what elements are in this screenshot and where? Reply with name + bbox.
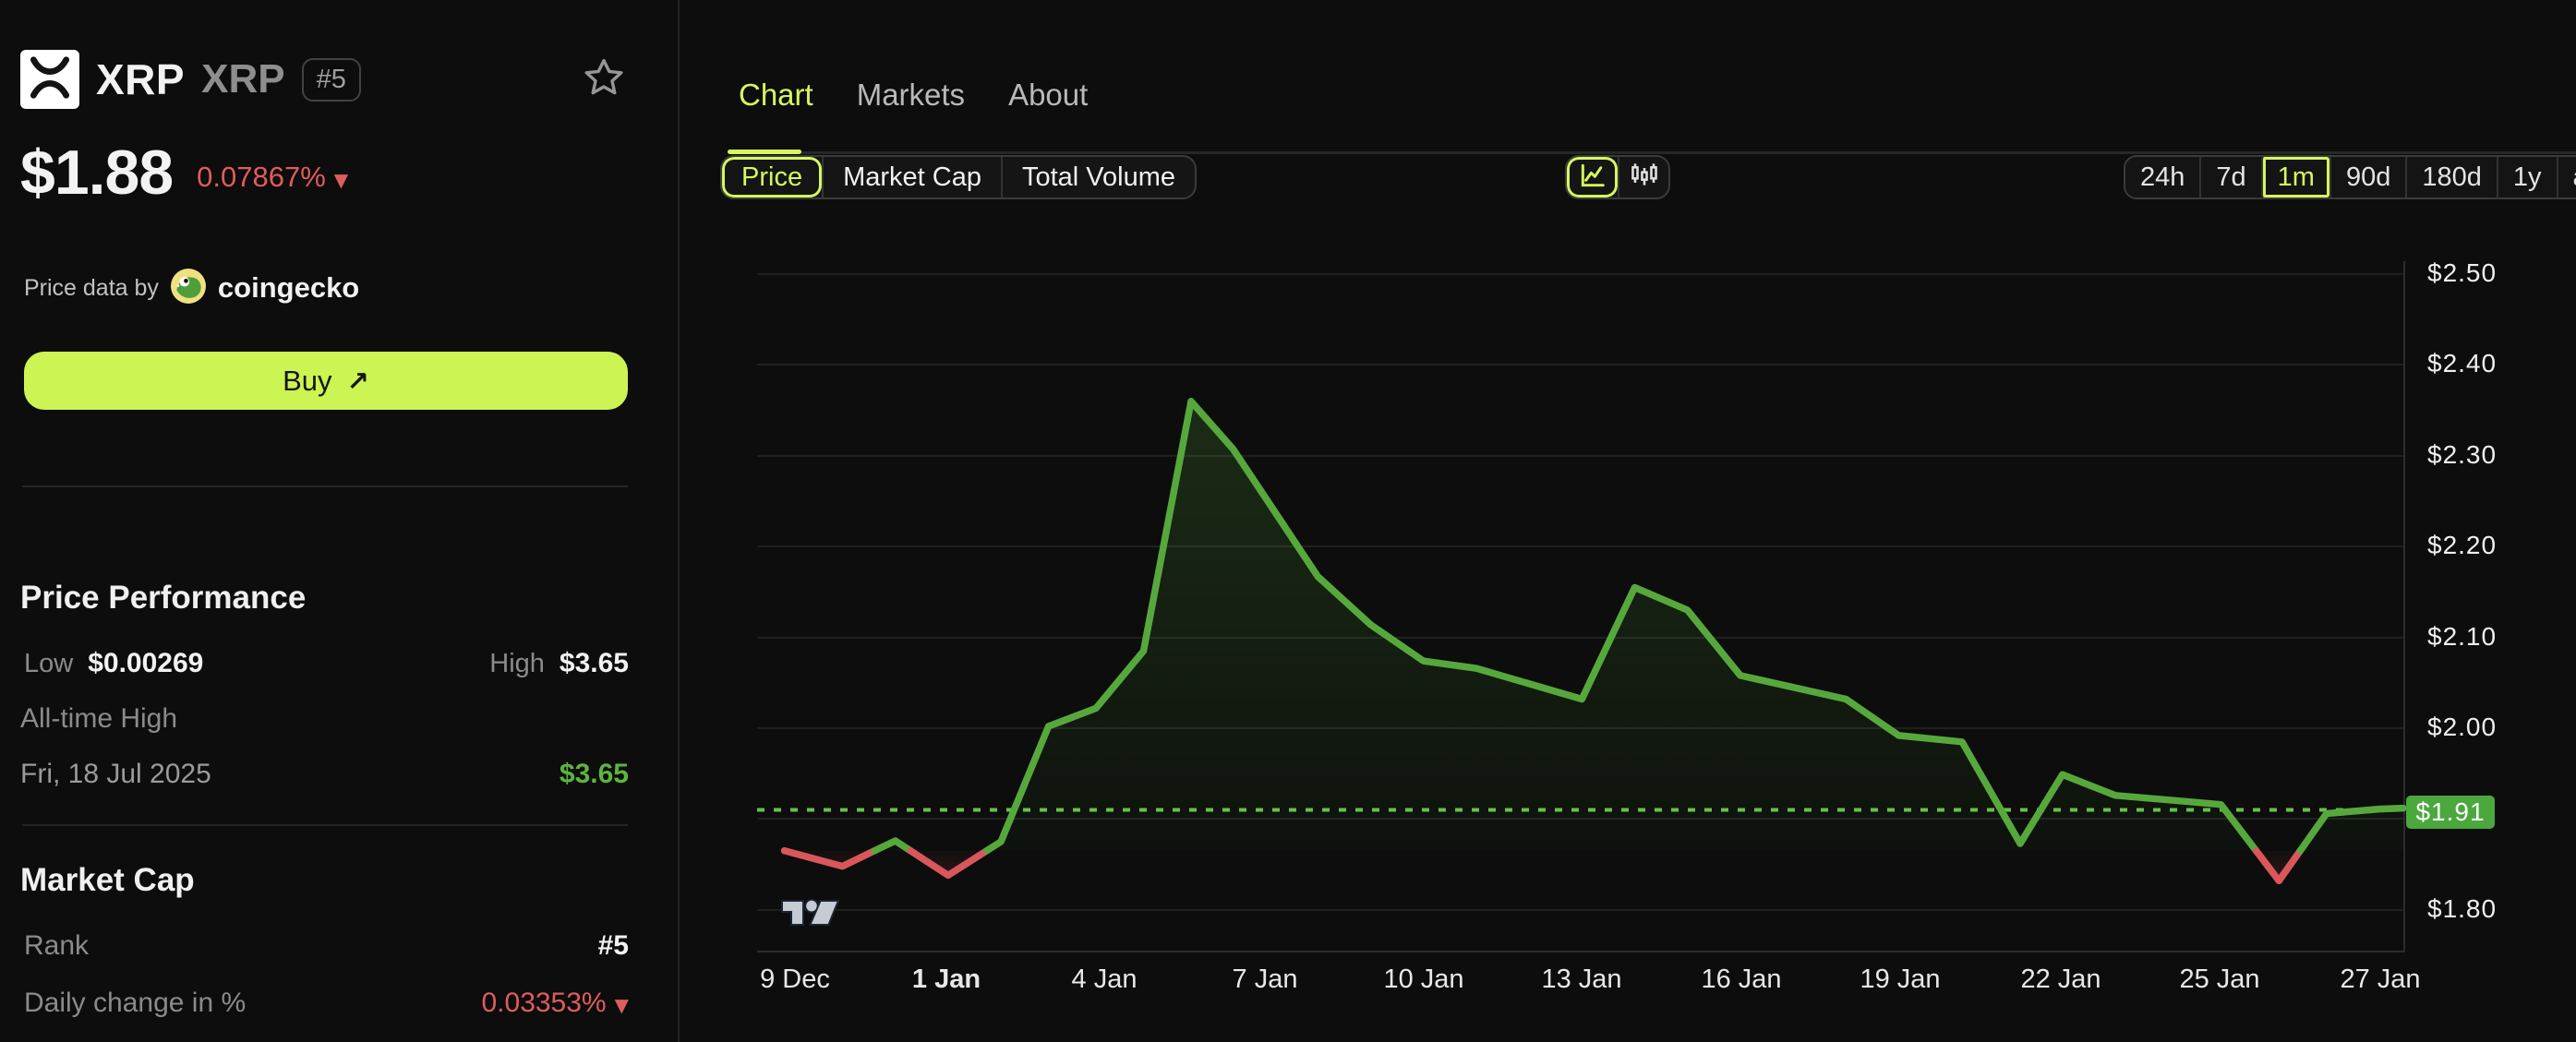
candlestick-icon	[1630, 161, 1659, 195]
coin-ticker: XRP	[201, 56, 284, 102]
coin-dashboard: { "coin": { "name": "XRP", "ticker": "XR…	[0, 0, 2576, 1042]
tradingview-logo[interactable]	[780, 892, 841, 939]
range-1y[interactable]: 1y	[2497, 157, 2557, 198]
low-value: $0.00269	[88, 648, 203, 679]
daily-change-value: 0.03353% ▼	[481, 988, 629, 1019]
metric-toggle: Price Market Cap Total Volume	[720, 155, 1197, 199]
sidebar-divider	[678, 0, 680, 1042]
daily-change-label: Daily change in %	[24, 988, 246, 1019]
coin-name: XRP	[96, 54, 185, 104]
attribution-provider[interactable]: coingecko	[218, 271, 359, 305]
ath-date: Fri, 18 Jul 2025	[20, 759, 211, 790]
buy-button-label: Buy	[283, 365, 331, 398]
tabs-border	[801, 151, 2576, 154]
current-price: $1.88	[20, 137, 173, 209]
rank-row: Rank #5	[24, 930, 629, 962]
range-7d[interactable]: 7d	[2199, 157, 2260, 198]
tab-markets[interactable]: Markets	[857, 78, 965, 113]
x-tick: 9 Dec	[760, 964, 830, 995]
low-label: Low	[24, 649, 73, 679]
y-tick: $2.10	[2427, 622, 2497, 652]
divider	[22, 824, 628, 826]
price-performance-title: Price Performance	[20, 580, 306, 617]
ath-label: All-time High	[20, 703, 177, 735]
x-tick: 27 Jan	[2340, 964, 2420, 995]
xrp-icon	[26, 54, 74, 106]
favorite-star-button[interactable]	[582, 55, 626, 100]
line-chart-icon	[1578, 161, 1607, 195]
range-180d[interactable]: 180d	[2405, 157, 2497, 198]
metric-market-cap[interactable]: Market Cap	[822, 157, 1001, 198]
x-tick: 4 Jan	[1072, 964, 1138, 995]
main-tabs: Chart Markets About	[739, 78, 1088, 113]
coingecko-icon	[171, 269, 206, 308]
metric-total-volume[interactable]: Total Volume	[1001, 157, 1195, 198]
down-triangle-icon: ▼	[334, 169, 348, 191]
high-value: $3.65	[560, 648, 629, 679]
x-tick: 1 Jan	[912, 964, 981, 995]
rank-value: #5	[598, 930, 629, 962]
star-icon	[582, 88, 626, 103]
x-tick: 19 Jan	[1860, 964, 1940, 995]
range-all[interactable]: all	[2557, 157, 2576, 198]
x-tick: 25 Jan	[2179, 964, 2259, 995]
data-attribution: Price data by coingecko	[24, 269, 359, 306]
coin-header: XRP XRP #5	[96, 50, 361, 109]
tab-chart[interactable]: Chart	[739, 78, 813, 113]
daily-change-row: Daily change in % 0.03353% ▼	[24, 988, 629, 1019]
current-price-tag: $1.91	[2406, 796, 2495, 829]
y-tick: $2.20	[2427, 531, 2497, 560]
y-tick: $2.30	[2427, 440, 2497, 470]
metric-price[interactable]: Price	[722, 157, 822, 198]
down-triangle-icon: ▼	[615, 994, 629, 1016]
price-row: $1.88 0.07867% ▼	[20, 137, 348, 209]
x-tick: 22 Jan	[2020, 964, 2101, 995]
rank-label: Rank	[24, 930, 89, 962]
external-arrow-icon: ↗	[347, 365, 369, 397]
attribution-label: Price data by	[24, 275, 159, 302]
y-tick: $1.80	[2427, 894, 2497, 924]
tab-about[interactable]: About	[1008, 78, 1088, 113]
price-change-value: 0.07867%	[197, 161, 326, 194]
rank-badge: #5	[302, 58, 361, 102]
x-tick: 7 Jan	[1233, 964, 1298, 995]
low-high-row: Low $0.00269 High $3.65	[24, 648, 629, 679]
buy-button[interactable]: Buy ↗	[24, 352, 628, 410]
line-chart-button[interactable]	[1567, 157, 1618, 198]
x-tick: 16 Jan	[1701, 964, 1781, 995]
candlestick-chart-button[interactable]	[1618, 157, 1668, 198]
price-chart[interactable]	[748, 258, 2410, 954]
coin-logo	[20, 50, 79, 109]
ath-row: Fri, 18 Jul 2025 $3.65	[20, 759, 629, 790]
active-tab-underline	[728, 150, 801, 154]
y-tick: $2.00	[2427, 713, 2497, 742]
x-tick: 13 Jan	[1541, 964, 1621, 995]
range-90d[interactable]: 90d	[2329, 157, 2405, 198]
y-tick: $2.50	[2427, 258, 2497, 288]
time-range-selector: 24h 7d 1m 90d 180d 1y all	[2124, 155, 2576, 199]
market-cap-title: Market Cap	[20, 862, 195, 899]
chart-type-toggle	[1565, 155, 1670, 199]
high-label: High	[489, 649, 545, 679]
price-change: 0.07867% ▼	[197, 161, 348, 194]
divider	[22, 485, 628, 487]
ath-value: $3.65	[560, 759, 629, 790]
x-tick: 10 Jan	[1383, 964, 1463, 995]
range-1m[interactable]: 1m	[2261, 157, 2329, 198]
y-tick: $2.40	[2427, 349, 2497, 378]
range-24h[interactable]: 24h	[2125, 157, 2199, 198]
